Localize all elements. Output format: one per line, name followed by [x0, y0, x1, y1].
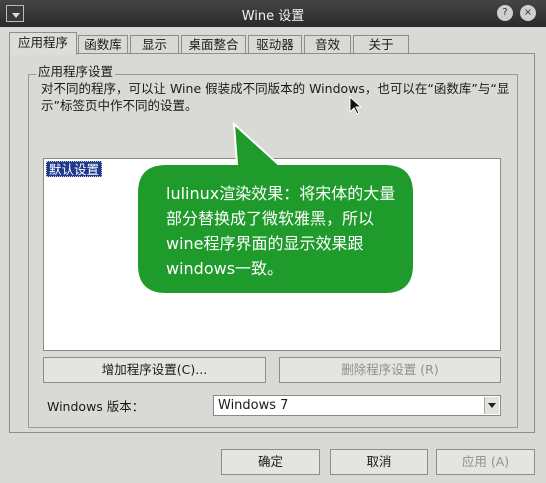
annotation-text: lulinux渲染效果：将宋体的大量部分替换成了微软雅黑，所以wine程序界面的…: [166, 184, 396, 278]
window-title: Wine 设置: [241, 9, 305, 24]
app-settings-group-title: 应用程序设置: [36, 61, 116, 80]
tab-audio[interactable]: 音效: [304, 35, 351, 54]
windows-version-label: Windows 版本：: [47, 399, 145, 414]
windows-version-value: Windows 7: [218, 398, 289, 413]
windows-version-select[interactable]: Windows 7: [213, 395, 501, 416]
tab-drives[interactable]: 驱动器: [248, 35, 302, 54]
list-item[interactable]: 默认设置: [46, 161, 103, 177]
chevron-down-icon[interactable]: [484, 397, 499, 414]
ok-button[interactable]: 确定: [221, 449, 320, 475]
app-settings-description: 对不同的程序，可以让 Wine 假装成不同版本的 Windows，也可以在“函数…: [41, 81, 510, 113]
tab-libraries[interactable]: 函数库: [78, 35, 128, 54]
tab-about[interactable]: 关于: [353, 35, 409, 54]
cancel-button[interactable]: 取消: [330, 449, 428, 475]
help-button[interactable]: ?: [497, 5, 513, 21]
remove-application-button[interactable]: 删除程序设置 (R): [279, 357, 501, 383]
add-application-button[interactable]: 增加程序设置(C)...: [43, 357, 266, 383]
close-button[interactable]: ×: [520, 5, 536, 21]
tab-desktop-integration[interactable]: 桌面整合: [181, 35, 246, 54]
apply-button[interactable]: 应用 (A): [436, 449, 535, 475]
tab-graphics[interactable]: 显示: [130, 35, 179, 54]
mouse-cursor-icon: [349, 96, 363, 115]
tab-applications[interactable]: 应用程序: [9, 32, 77, 55]
title-bar: Wine 设置 ? ×: [0, 0, 546, 27]
